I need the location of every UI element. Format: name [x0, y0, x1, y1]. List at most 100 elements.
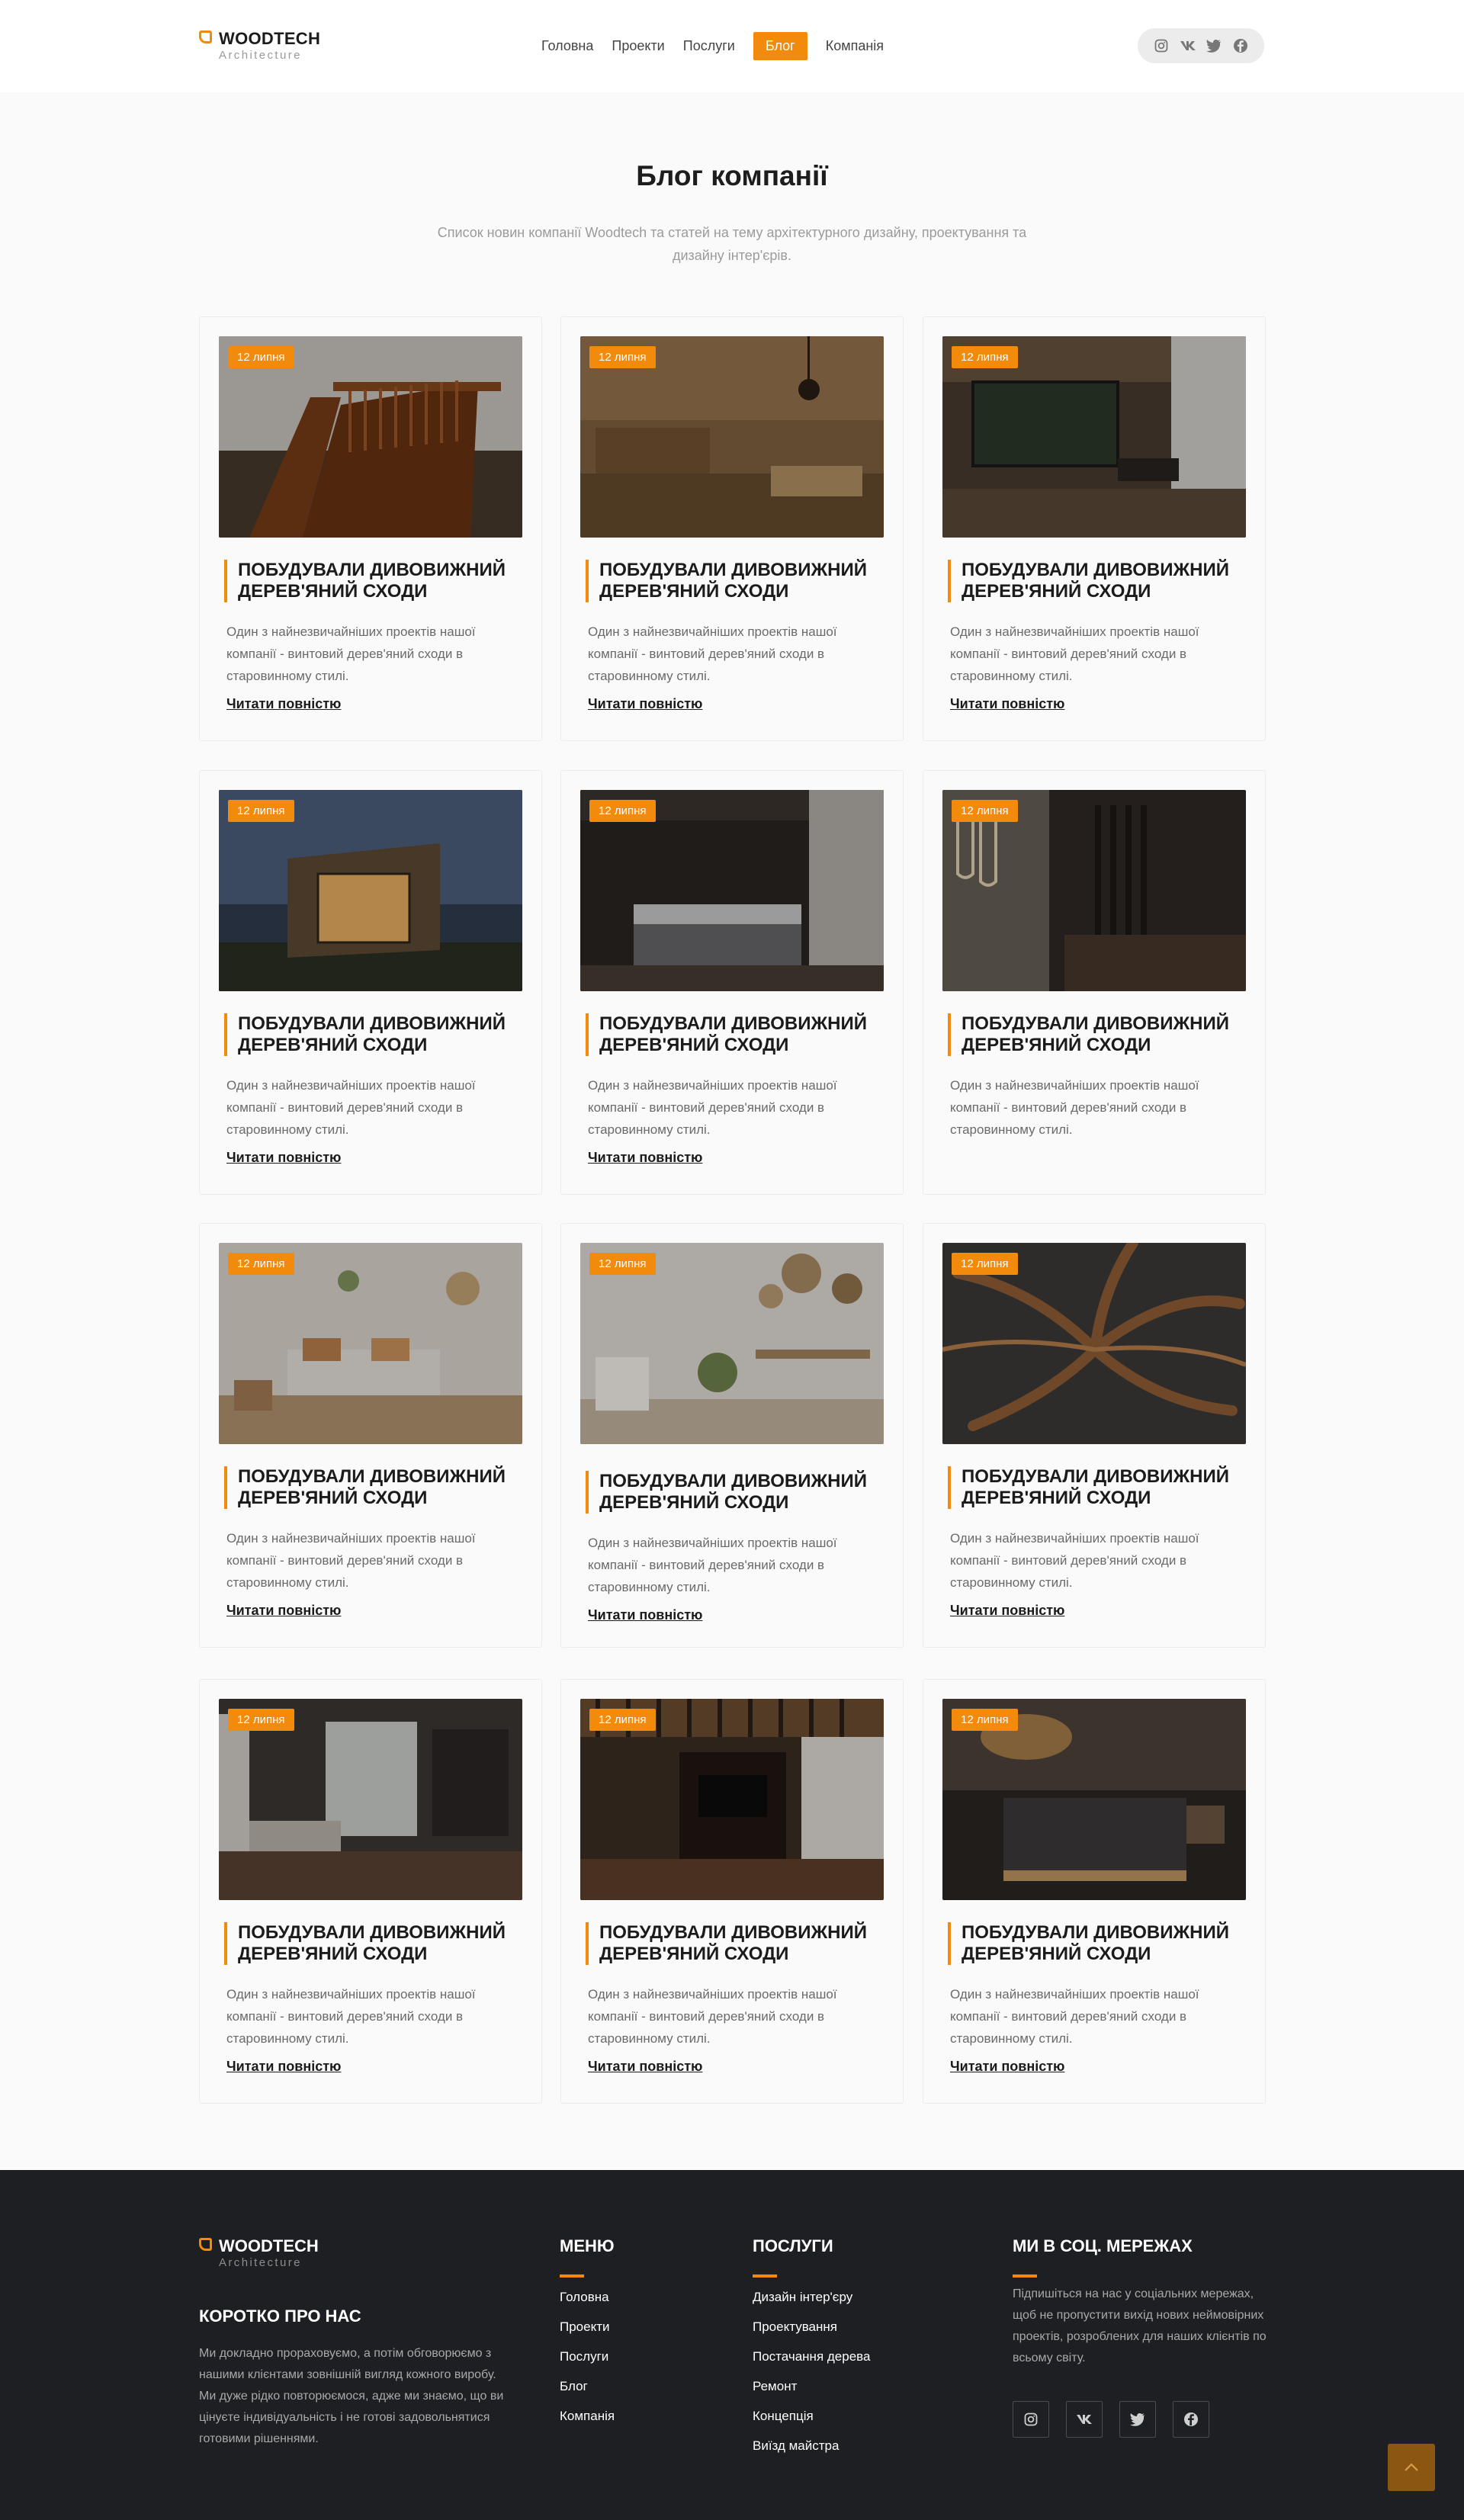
post-excerpt: Один з найнезвичайніших проектів нашої к… — [950, 1531, 1199, 1590]
footer-service-item[interactable]: Ремонт — [753, 2371, 870, 2401]
heading-underline — [753, 2274, 777, 2278]
main-nav: Головна Проекти Послуги Блог Компанія — [541, 32, 902, 60]
blog-card: 12 липня ПОБУДУВАЛИ ДИВОВИЖНИЙ ДЕРЕВ'ЯНИ… — [199, 1679, 542, 2104]
read-more-link[interactable]: Читати повністю — [950, 696, 1064, 712]
post-excerpt: Один з найнезвичайніших проектів нашої к… — [588, 1987, 837, 2046]
date-badge: 12 липня — [228, 346, 294, 368]
menu-heading: МЕНЮ — [560, 2236, 615, 2255]
instagram-icon[interactable] — [1013, 2401, 1049, 2438]
footer-menu-projects[interactable]: Проекти — [560, 2312, 615, 2342]
post-title[interactable]: ПОБУДУВАЛИ ДИВОВИЖНИЙ ДЕРЕВ'ЯНИЙ СХОДИ — [224, 1466, 529, 1509]
read-more-link[interactable]: Читати повністю — [588, 2059, 702, 2075]
about-text: Ми докладно прораховуємо, а потім обгово… — [199, 2347, 504, 2445]
read-more-link[interactable]: Читати повністю — [588, 696, 702, 712]
post-title[interactable]: ПОБУДУВАЛИ ДИВОВИЖНИЙ ДЕРЕВ'ЯНИЙ СХОДИ — [948, 1013, 1253, 1056]
social-heading: МИ В СОЦ. МЕРЕЖАХ — [1013, 2236, 1193, 2255]
footer-menu-company[interactable]: Компанія — [560, 2401, 615, 2431]
read-more-link[interactable]: Читати повністю — [226, 1150, 341, 1166]
nav-home[interactable]: Головна — [541, 38, 593, 54]
footer-menu-blog[interactable]: Блог — [560, 2371, 615, 2401]
footer-menu: Головна Проекти Послуги Блог Компанія — [560, 2282, 615, 2431]
blog-card: 12 липня ПОБУДУВАЛИ ДИВОВИЖНИЙ ДЕРЕВ'ЯНИ… — [560, 1223, 904, 1648]
blog-card: 12 липня ПОБУДУВАЛИ ДИВОВИЖНИЙ ДЕРЕВ'ЯНИ… — [923, 316, 1266, 741]
date-badge: 12 липня — [228, 1253, 294, 1275]
footer-menu-home[interactable]: Головна — [560, 2282, 615, 2312]
logo-mark-icon — [199, 30, 212, 43]
facebook-icon[interactable] — [1173, 2401, 1209, 2438]
footer-service-item[interactable]: Дизайн інтер'єру — [753, 2282, 870, 2312]
chevron-up-icon — [1405, 2463, 1418, 2471]
nav-company[interactable]: Компанія — [826, 38, 884, 54]
footer-service-item[interactable]: Проектування — [753, 2312, 870, 2342]
post-title[interactable]: ПОБУДУВАЛИ ДИВОВИЖНИЙ ДЕРЕВ'ЯНИЙ СХОДИ — [586, 1471, 891, 1514]
date-badge: 12 липня — [952, 800, 1018, 822]
read-more-link[interactable]: Читати повністю — [950, 2059, 1064, 2075]
read-more-link[interactable]: Читати повністю — [226, 1603, 341, 1619]
post-title[interactable]: ПОБУДУВАЛИ ДИВОВИЖНИЙ ДЕРЕВ'ЯНИЙ СХОДИ — [224, 1013, 529, 1056]
post-excerpt: Один з найнезвичайніших проектів нашої к… — [226, 1078, 476, 1137]
twitter-icon[interactable] — [1206, 37, 1222, 54]
footer-service-item[interactable]: Постачання дерева — [753, 2342, 870, 2371]
blog-card: 12 липня ПОБУДУВАЛИ ДИВОВИЖНИЙ ДЕРЕВ'ЯНИ… — [560, 1679, 904, 2104]
scroll-to-top-button[interactable] — [1388, 2444, 1435, 2491]
post-title[interactable]: ПОБУДУВАЛИ ДИВОВИЖНИЙ ДЕРЕВ'ЯНИЙ СХОДИ — [948, 1466, 1253, 1509]
footer-service-item[interactable]: Концепція — [753, 2401, 870, 2431]
logo-brand: WOODTECH — [219, 29, 321, 48]
post-title[interactable]: ПОБУДУВАЛИ ДИВОВИЖНИЙ ДЕРЕВ'ЯНИЙ СХОДИ — [586, 1922, 891, 1965]
blog-card: 12 липня ПОБУДУВАЛИ ДИВОВИЖНИЙ ДЕРЕВ'ЯНИ… — [923, 770, 1266, 1195]
logo-mark-icon — [199, 2238, 212, 2251]
vk-icon[interactable] — [1066, 2401, 1103, 2438]
footer-service-item[interactable]: Виїзд майстра — [753, 2431, 870, 2461]
date-badge: 12 липня — [589, 1253, 656, 1275]
post-title[interactable]: ПОБУДУВАЛИ ДИВОВИЖНИЙ ДЕРЕВ'ЯНИЙ СХОДИ — [948, 560, 1253, 602]
footer-services: Дизайн інтер'єру Проектування Постачання… — [753, 2282, 870, 2461]
post-excerpt: Один з найнезвичайніших проектів нашої к… — [226, 1987, 476, 2046]
post-title[interactable]: ПОБУДУВАЛИ ДИВОВИЖНИЙ ДЕРЕВ'ЯНИЙ СХОДИ — [224, 560, 529, 602]
date-badge: 12 липня — [589, 1709, 656, 1731]
site-header: WOODTECH Architecture Головна Проекти По… — [0, 0, 1464, 92]
nav-blog[interactable]: Блог — [753, 32, 807, 60]
vk-icon[interactable] — [1180, 37, 1196, 54]
header-socials — [1138, 28, 1264, 63]
nav-projects[interactable]: Проекти — [612, 38, 664, 54]
nav-services[interactable]: Послуги — [683, 38, 735, 54]
blog-card: 12 липня ПОБУДУВАЛИ ДИВОВИЖНИЙ ДЕРЕВ'ЯНИ… — [923, 1679, 1266, 2104]
services-heading: ПОСЛУГИ — [753, 2236, 833, 2255]
heading-underline — [1013, 2274, 1037, 2278]
post-excerpt: Один з найнезвичайніших проектів нашої к… — [588, 1078, 837, 1137]
page-description: Список новин компанії Woodtech та статей… — [437, 225, 1027, 263]
read-more-link[interactable]: Читати повністю — [588, 1607, 702, 1623]
date-badge: 12 липня — [952, 346, 1018, 368]
read-more-link[interactable]: Читати повністю — [588, 1150, 702, 1166]
post-excerpt: Один з найнезвичайніших проектів нашої к… — [588, 1536, 837, 1594]
footer-menu-services[interactable]: Послуги — [560, 2342, 615, 2371]
twitter-icon[interactable] — [1119, 2401, 1156, 2438]
post-excerpt: Один з найнезвичайніших проектів нашої к… — [226, 624, 476, 683]
post-title[interactable]: ПОБУДУВАЛИ ДИВОВИЖНИЙ ДЕРЕВ'ЯНИЙ СХОДИ — [586, 1013, 891, 1056]
instagram-icon[interactable] — [1153, 37, 1170, 54]
footer-socials — [1013, 2401, 1226, 2438]
blog-card: 12 липня ПОБУДУВАЛИ ДИВОВИЖНИЙ ДЕРЕВ'ЯНИ… — [199, 1223, 542, 1648]
page-title: Блог компанії — [636, 160, 828, 191]
post-excerpt: Один з найнезвичайніших проектів нашої к… — [950, 624, 1199, 683]
read-more-link[interactable]: Читати повністю — [950, 1603, 1064, 1619]
post-excerpt: Один з найнезвичайніших проектів нашої к… — [588, 624, 837, 683]
post-title[interactable]: ПОБУДУВАЛИ ДИВОВИЖНИЙ ДЕРЕВ'ЯНИЙ СХОДИ — [586, 560, 891, 602]
post-title[interactable]: ПОБУДУВАЛИ ДИВОВИЖНИЙ ДЕРЕВ'ЯНИЙ СХОДИ — [948, 1922, 1253, 1965]
heading-underline — [560, 2274, 584, 2278]
date-badge: 12 липня — [228, 1709, 294, 1731]
post-excerpt: Один з найнезвичайніших проектів нашої к… — [950, 1078, 1199, 1137]
facebook-icon[interactable] — [1232, 37, 1249, 54]
read-more-link[interactable]: Читати повністю — [226, 2059, 341, 2075]
post-title[interactable]: ПОБУДУВАЛИ ДИВОВИЖНИЙ ДЕРЕВ'ЯНИЙ СХОДИ — [224, 1922, 529, 1965]
blog-card: 12 липня ПОБУДУВАЛИ ДИВОВИЖНИЙ ДЕРЕВ'ЯНИ… — [560, 770, 904, 1195]
read-more-link[interactable]: Читати повністю — [226, 696, 341, 712]
blog-card: 12 липня ПОБУДУВАЛИ ДИВОВИЖНИЙ ДЕРЕВ'ЯНИ… — [923, 1223, 1266, 1648]
date-badge: 12 липня — [589, 346, 656, 368]
footer-logo-brand: WOODTECH — [219, 2236, 319, 2255]
post-excerpt: Один з найнезвичайніших проектів нашої к… — [226, 1531, 476, 1590]
date-badge: 12 липня — [952, 1709, 1018, 1731]
blog-card: 12 липня ПОБУДУВАЛИ ДИВОВИЖНИЙ ДЕРЕВ'ЯНИ… — [199, 316, 542, 741]
logo-subtitle: Architecture — [219, 49, 302, 62]
footer-logo-subtitle: Architecture — [219, 2256, 302, 2269]
